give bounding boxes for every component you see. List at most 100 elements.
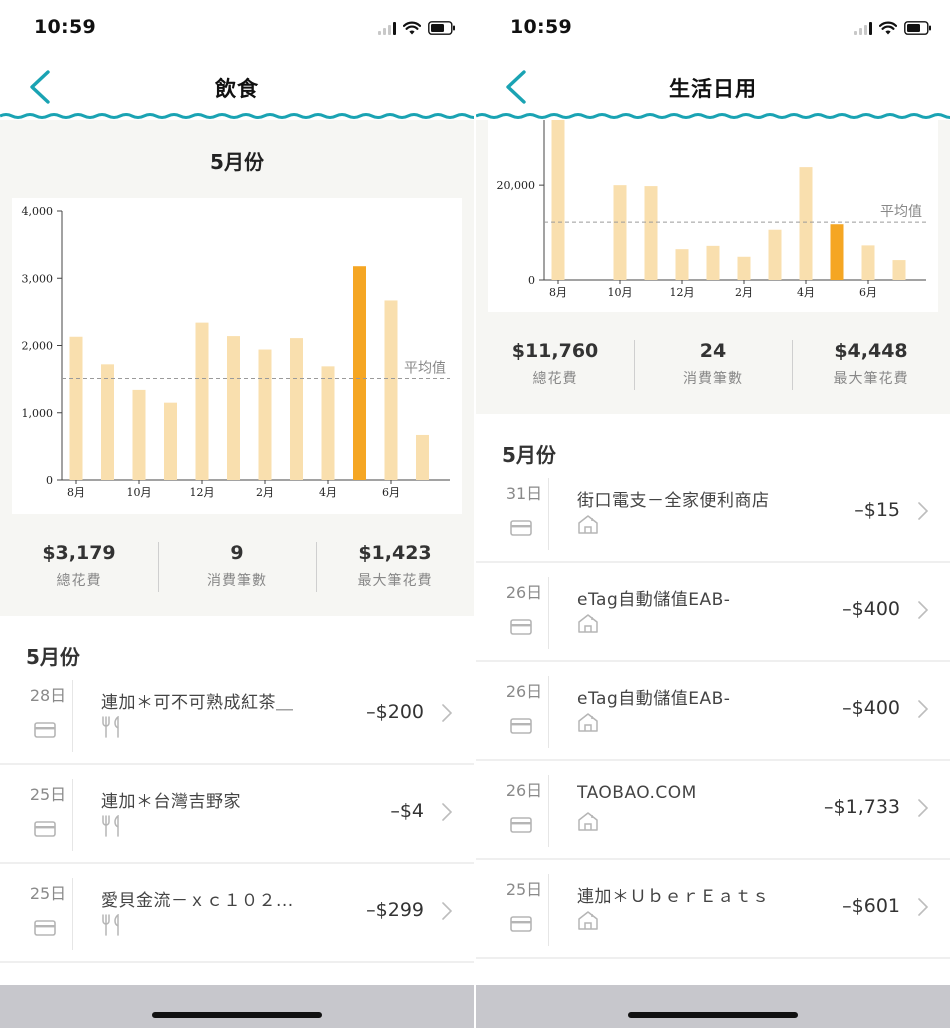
chart-svg: 0 1,000 2,000 3,000 4,000 8月 10月 12月 2月 4月 6月 平均值 (22, 205, 450, 499)
credit-card-icon (34, 821, 56, 837)
transaction-merchant: 愛貝金流－ｘｃ１０２... (101, 891, 294, 911)
chevron-right-icon (442, 704, 452, 722)
credit-card-icon (34, 920, 56, 936)
bar[interactable] (164, 402, 177, 480)
chevron-right-icon (918, 799, 928, 817)
bar[interactable] (861, 245, 875, 280)
bar-current-month[interactable] (830, 224, 844, 280)
transaction-amount: –$200 (366, 701, 424, 723)
row-divider (548, 874, 549, 946)
row-divider (72, 680, 73, 752)
y-tick-label: 0 (46, 474, 53, 487)
bar[interactable] (768, 229, 782, 280)
bar[interactable] (644, 186, 658, 280)
stat-max-value: $4,448 (834, 340, 908, 362)
transaction-day: 31日 (505, 484, 543, 503)
transaction-row[interactable]: 26日 eTag自動儲值EAB- –$400 (476, 563, 950, 662)
utensils-icon (101, 913, 125, 940)
stat-count: 24 消費筆數 (634, 338, 792, 398)
bar[interactable] (132, 389, 146, 480)
bar[interactable] (384, 300, 398, 480)
x-tick-label: 8月 (67, 486, 85, 499)
x-tick-label: 12月 (190, 486, 215, 499)
transaction-row[interactable]: 25日 連加＊ＵｂｅｒＥａｔｓ –$601 (476, 860, 950, 959)
status-time: 10:59 (34, 16, 96, 38)
bar[interactable] (799, 167, 813, 280)
bar[interactable] (706, 245, 720, 280)
bar[interactable] (290, 338, 303, 480)
utensils-icon (101, 814, 125, 841)
stat-count-value: 9 (230, 542, 244, 564)
stats-row: $11,760 總花費 24 消費筆數 $4,448 最大筆花費 (476, 338, 950, 398)
bar[interactable] (892, 260, 906, 280)
cellular-signal-icon (854, 21, 872, 35)
row-divider (548, 676, 549, 748)
summary-month-heading: 5月份 (210, 150, 264, 174)
cellular-signal-icon (378, 21, 396, 35)
stat-max: $1,423 最大筆花費 (316, 540, 474, 600)
stat-total-value: $3,179 (42, 542, 116, 564)
bar[interactable] (675, 249, 689, 280)
bar[interactable] (321, 366, 335, 480)
stat-total: $11,760 總花費 (476, 338, 634, 398)
stat-total: $3,179 總花費 (0, 540, 158, 600)
y-tick-label: 0 (528, 274, 535, 287)
summary-panel: 5月份 0 1,000 2,000 3,000 4,000 8月 10月 12月 2月 4月 6月 平… (0, 120, 474, 616)
status-icons (378, 19, 456, 37)
stat-count-value: 24 (699, 340, 727, 362)
transaction-merchant: eTag自動儲值EAB- (577, 590, 731, 610)
bar[interactable] (551, 120, 565, 280)
status-time: 10:59 (510, 16, 572, 38)
y-tick-label: 3,000 (22, 272, 54, 285)
transaction-day: 25日 (505, 880, 543, 899)
transaction-row[interactable]: 26日 TAOBAO.COM –$1,733 (476, 761, 950, 860)
average-label: 平均值 (404, 360, 446, 376)
stat-total-label: 總花費 (56, 573, 102, 589)
right-screen: 10:59 生活日用 0 20,000 8月 10月 12月 2月 4月 6月 平均值 $11,… (476, 0, 950, 1028)
bar[interactable] (737, 256, 751, 280)
credit-card-icon (510, 817, 532, 833)
header-wave-divider (476, 113, 950, 119)
bar[interactable] (416, 434, 429, 480)
transaction-row[interactable]: 25日 愛貝金流－ｘｃ１０２... –$299 (0, 864, 474, 963)
transaction-amount: –$400 (842, 598, 900, 620)
status-bar: 10:59 (476, 0, 950, 58)
bar[interactable] (101, 364, 114, 480)
bar[interactable] (69, 336, 83, 480)
header-wave-divider (0, 113, 474, 119)
home-indicator[interactable] (152, 1012, 322, 1018)
average-label: 平均值 (880, 204, 922, 220)
x-tick-label: 10月 (608, 286, 633, 299)
transaction-row[interactable]: 25日 連加＊台灣吉野家 –$4 (0, 765, 474, 864)
summary-panel: 0 20,000 8月 10月 12月 2月 4月 6月 平均值 $11,760 總花費 24 … (476, 120, 950, 414)
left-screen: 10:59 飲食 5月份 0 1,000 2,000 3,000 4,000 8月 10月 1… (0, 0, 474, 1028)
battery-icon (428, 21, 455, 35)
wifi-icon (879, 21, 897, 35)
stat-max: $4,448 最大筆花費 (792, 338, 950, 398)
y-tick-label: 1,000 (22, 407, 54, 420)
row-divider (548, 775, 549, 847)
nav-header: 飲食 (0, 58, 474, 119)
y-tick-label: 4,000 (22, 205, 54, 218)
transaction-day: 25日 (29, 785, 67, 804)
house-icon (577, 811, 599, 835)
transaction-row[interactable]: 26日 eTag自動儲值EAB- –$400 (476, 662, 950, 761)
transaction-amount: –$4 (390, 800, 424, 822)
status-bar: 10:59 (0, 0, 474, 58)
bar[interactable] (258, 349, 272, 480)
stat-max-value: $1,423 (358, 542, 432, 564)
bar[interactable] (227, 336, 240, 480)
credit-card-icon (34, 722, 56, 738)
bar[interactable] (613, 185, 627, 280)
bar-current-month[interactable] (353, 266, 366, 480)
x-tick-label: 2月 (735, 286, 753, 299)
transaction-row[interactable]: 28日 連加＊可不可熟成紅茶＿ –$200 (0, 666, 474, 765)
transaction-merchant: 連加＊可不可熟成紅茶＿ (101, 693, 294, 713)
x-tick-label: 4月 (797, 286, 815, 299)
transaction-row[interactable]: 31日 街口電支－全家便利商店 –$15 (476, 464, 950, 563)
transaction-day: 26日 (505, 583, 543, 602)
x-tick-label: 2月 (256, 486, 274, 499)
house-icon (577, 712, 599, 736)
home-indicator[interactable] (628, 1012, 798, 1018)
bar[interactable] (195, 322, 209, 480)
